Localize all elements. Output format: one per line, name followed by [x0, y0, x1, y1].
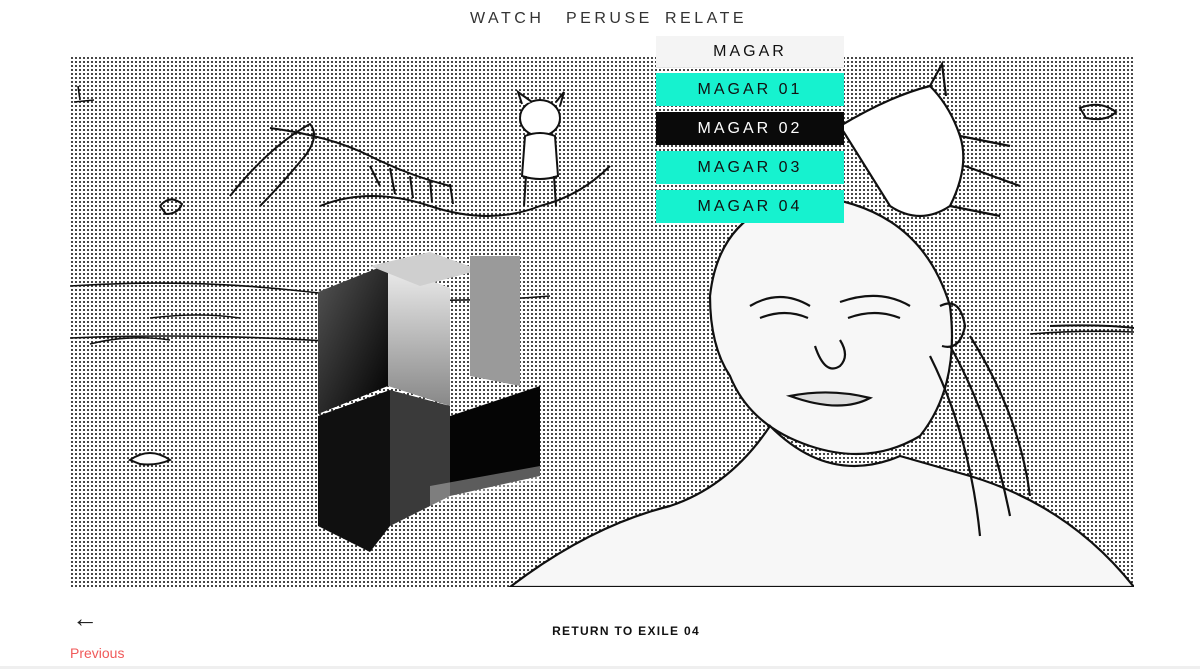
menu-item-magar-02[interactable]: MAGAR 02: [656, 112, 844, 145]
previous-link[interactable]: Previous: [70, 645, 124, 661]
dropdown-header[interactable]: MAGAR: [656, 36, 844, 68]
artwork-illustration: [70, 60, 1134, 587]
nav-peruse[interactable]: PERUSE: [566, 8, 653, 30]
return-to-exile-link[interactable]: RETURN TO EXILE 04: [0, 624, 1200, 638]
menu-item-magar-01[interactable]: MAGAR 01: [656, 73, 844, 106]
comic-artwork-image: [70, 56, 1134, 587]
nav-watch[interactable]: WATCH: [470, 8, 544, 30]
menu-item-magar-03[interactable]: MAGAR 03: [656, 151, 844, 184]
menu-item-magar-04[interactable]: MAGAR 04: [656, 190, 844, 223]
top-nav: WATCH PERUSE RELATE: [0, 8, 1200, 32]
nav-relate[interactable]: RELATE: [665, 8, 747, 30]
relate-dropdown-menu: MAGAR MAGAR 01 MAGAR 02 MAGAR 03 MAGAR 0…: [656, 36, 844, 223]
